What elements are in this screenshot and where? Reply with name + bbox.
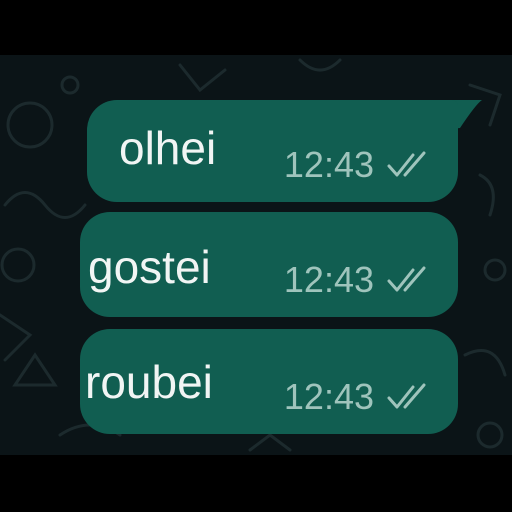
message-bubble[interactable]: roubei 12:43 (80, 329, 458, 434)
double-check-icon (387, 266, 426, 292)
message-bubble[interactable]: gostei 12:43 (80, 212, 458, 317)
double-check-icon (387, 383, 426, 409)
message-time: 12:43 (283, 144, 374, 185)
message-meta: 12:43 (284, 145, 432, 185)
message-text: olhei (119, 122, 217, 174)
message-meta: 12:43 (284, 260, 432, 300)
message-time: 12:43 (283, 259, 374, 300)
message-time: 12:43 (283, 376, 374, 417)
chat-area: olhei 12:43 gostei 12:43 roubei 12:43 (0, 55, 512, 455)
message-bubble[interactable]: olhei 12:43 (87, 100, 458, 202)
message-meta: 12:43 (284, 377, 432, 417)
double-check-icon (387, 151, 426, 177)
message-text: roubei (85, 356, 213, 408)
message-text: gostei (88, 241, 211, 293)
